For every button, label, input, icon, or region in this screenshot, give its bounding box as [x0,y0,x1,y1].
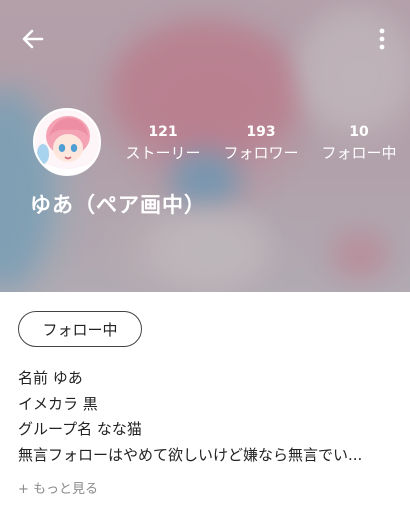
more-options-button[interactable] [370,24,394,54]
profile-bio: 名前 ゆあ イメカラ 黒 グループ名 なな猫 無言フォローはやめて欲しいけど嫌な… [18,366,398,468]
show-more-link[interactable]: + もっと見る [18,478,98,497]
bio-line: グループ名 なな猫 [18,420,142,438]
stat-value: 193 [246,124,276,140]
stat-label: フォロワー [223,144,299,162]
stat-followers[interactable]: 193 フォロワー [216,124,306,164]
stat-following[interactable]: 10 フォロー中 [314,124,404,164]
bio-line: 名前 ゆあ [18,369,83,387]
profile-display-name: ゆあ（ペア画中） [30,193,206,217]
stat-value: 121 [148,124,178,140]
bio-line: イメカラ 黒 [18,394,98,413]
avatar-image [35,110,99,174]
background-illustration-bottom [150,210,270,290]
background-illustration-accent [330,230,390,280]
top-bar [0,0,410,70]
stat-label: フォロー中 [321,144,397,162]
avatar[interactable] [33,108,101,176]
stat-label: ストーリー [125,144,201,162]
arrow-left-icon [22,29,44,49]
following-button[interactable]: フォロー中 [18,311,142,347]
stat-value: 10 [349,124,369,140]
more-vertical-icon [379,28,385,50]
bio-line: 無言フォローはやめて欲しいけど嫌なら無言でい... [18,445,363,464]
back-button[interactable] [18,24,48,54]
stat-stories[interactable]: 121 ストーリー [118,124,208,164]
